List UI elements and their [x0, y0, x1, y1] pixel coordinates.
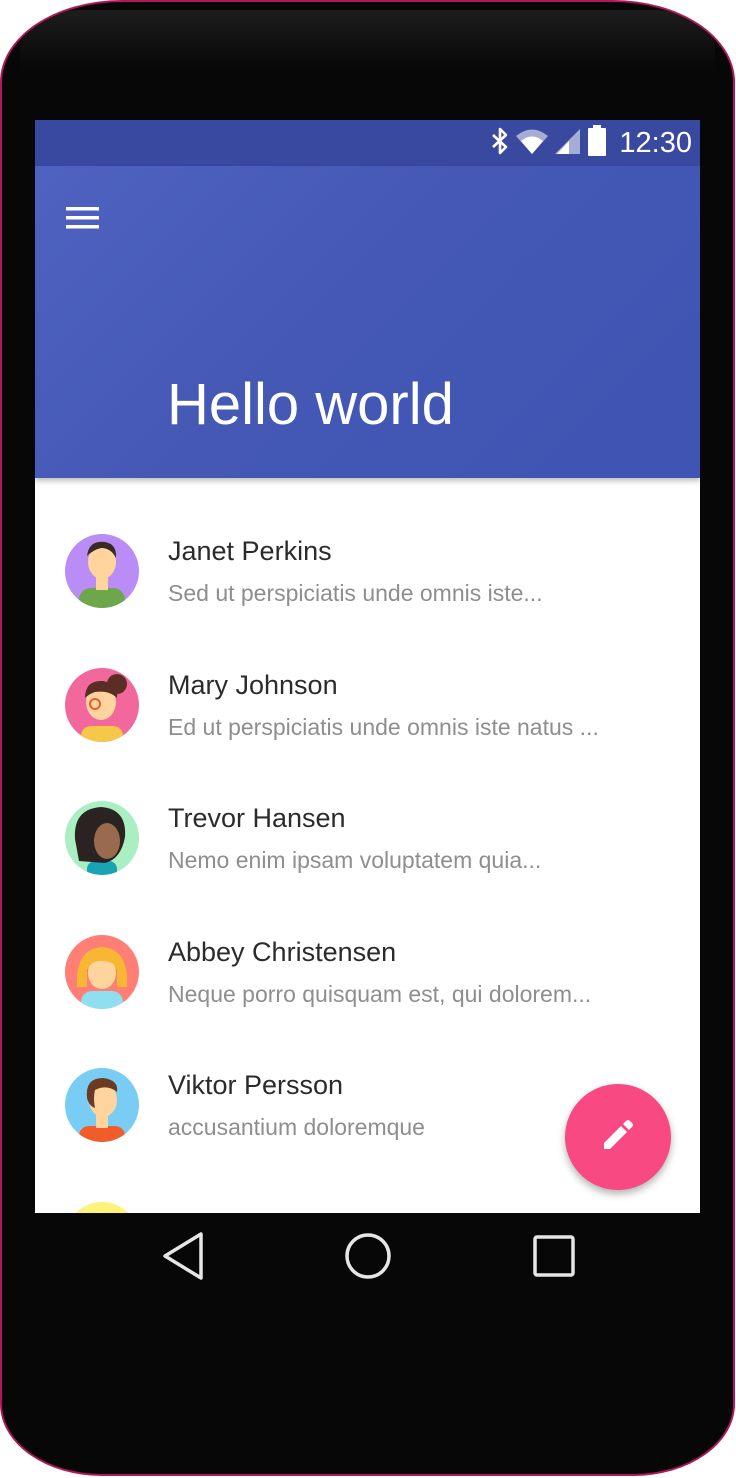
pencil-icon [598, 1115, 638, 1160]
status-icons: 12:30 [491, 124, 692, 162]
battery-icon [587, 124, 607, 162]
system-nav-bar [35, 1213, 700, 1303]
menu-icon [65, 205, 101, 236]
list-item-janet-perkins[interactable]: Janet Perkins Sed ut perspiciatis unde o… [35, 478, 700, 612]
status-bar: 12:30 [35, 120, 700, 166]
avatar [65, 534, 139, 608]
contact-preview: Sed ut perspiciatis unde omnis iste... [168, 580, 543, 606]
contact-name: Janet Perkins [168, 536, 332, 566]
contact-preview: Ed ut perspiciatis unde omnis iste natus… [168, 713, 599, 740]
menu-button[interactable] [59, 200, 107, 240]
list-item-abbey-christensen[interactable]: Abbey Christensen Neque porro quisquam e… [35, 879, 700, 1013]
recents-button[interactable] [519, 1223, 589, 1293]
back-button[interactable] [149, 1223, 219, 1293]
contact-name: Trevor Hansen [168, 803, 346, 833]
contact-preview: Nemo enim ipsam voluptatem quia... [168, 847, 542, 873]
recents-icon [531, 1233, 577, 1284]
home-button[interactable] [333, 1223, 403, 1293]
contact-name: Mary Johnson [168, 669, 338, 700]
list-item-mary-johnson[interactable]: Mary Johnson Ed ut perspiciatis unde omn… [35, 612, 700, 746]
page-title: Hello world [167, 372, 454, 437]
wifi-icon [515, 127, 549, 160]
phone-device: 12:30 Hello world Janet Perkins Sed ut p… [2, 2, 733, 1474]
home-icon [343, 1231, 393, 1286]
status-time: 12:30 [619, 126, 692, 159]
avatar [65, 934, 139, 1009]
contact-preview: Neque porro quisquam est, qui dolorem... [168, 980, 592, 1007]
back-icon [161, 1231, 207, 1286]
avatar [65, 801, 139, 875]
avatar [65, 1068, 139, 1142]
app-bar: Hello world [35, 166, 700, 478]
avatar [65, 667, 139, 742]
bluetooth-icon [491, 127, 509, 160]
signal-icon [555, 127, 581, 160]
contact-name: Abbey Christensen [168, 936, 397, 967]
contact-preview: accusantium doloremque [168, 1114, 425, 1140]
list-item-trevor-hansen[interactable]: Trevor Hansen Nemo enim ipsam voluptatem… [35, 745, 700, 879]
avatar [65, 1201, 139, 1213]
contact-name: Viktor Persson [168, 1070, 344, 1100]
phone-screen: 12:30 Hello world Janet Perkins Sed ut p… [35, 120, 700, 1213]
compose-fab-button[interactable] [565, 1084, 671, 1190]
